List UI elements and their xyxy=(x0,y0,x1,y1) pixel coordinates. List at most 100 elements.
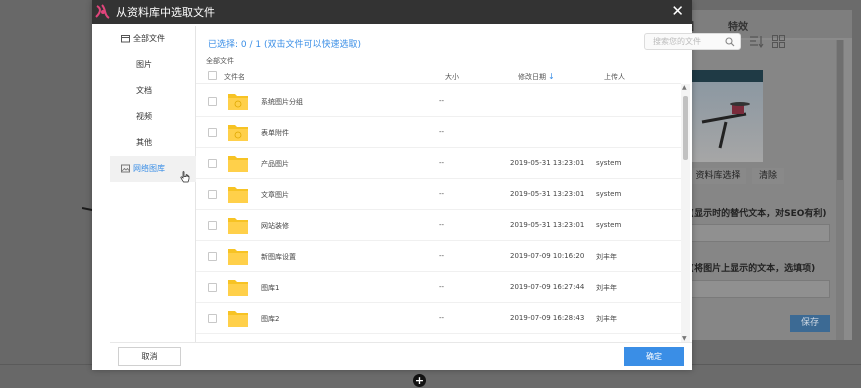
folder-icon xyxy=(228,311,248,327)
pick-from-library-button[interactable]: 资料库选择 xyxy=(690,168,746,184)
settings-scrollbar[interactable] xyxy=(836,40,844,340)
close-icon[interactable]: ✕ xyxy=(671,2,684,20)
file-list-panel: 已选择: 0 / 1 (双击文件可以快速选取) 全部文件 文件名 大小 xyxy=(196,26,785,342)
date-header-label: 修改日期 xyxy=(518,73,546,81)
dialog-footer: 取消 确定 xyxy=(110,342,692,370)
search-input[interactable] xyxy=(645,34,721,49)
sidebar-item-images[interactable]: 图片 xyxy=(110,52,196,78)
add-section-button[interactable]: + xyxy=(413,374,426,387)
file-uploader: 刘丰年 xyxy=(596,253,617,261)
file-uploader: 刘丰年 xyxy=(596,284,617,292)
breadcrumb[interactable]: 全部文件 xyxy=(206,56,234,66)
dialog-title: 从资料库中选取文件 xyxy=(116,6,215,19)
table-row[interactable]: 图库1 -- 2019-07-09 16:27:44 刘丰年 xyxy=(196,272,681,303)
title-text-input[interactable] xyxy=(690,280,830,298)
table-row[interactable]: 系统图片分组 -- xyxy=(196,86,681,117)
file-size: -- xyxy=(439,252,445,260)
brand-logo-icon xyxy=(95,4,110,19)
file-uploader: system xyxy=(596,221,622,229)
file-size: -- xyxy=(439,128,445,136)
file-name: 产品图片 xyxy=(261,160,289,168)
row-checkbox[interactable] xyxy=(208,190,217,199)
folder-outline-icon xyxy=(121,35,130,43)
folder-icon xyxy=(228,156,248,172)
file-list-scrollbar[interactable]: ▲ ▼ xyxy=(681,84,690,342)
table-header: 文件名 大小 修改日期 ↓ 上传人 xyxy=(196,68,681,84)
sidebar-item-all-files[interactable]: 全部文件 xyxy=(110,26,196,52)
sidebar-item-other[interactable]: 其他 xyxy=(110,130,196,156)
sidebar-item-label: 其他 xyxy=(136,138,152,147)
select-all-checkbox[interactable] xyxy=(208,71,217,80)
tab-effects[interactable]: 特效 xyxy=(728,18,748,33)
confirm-button[interactable]: 确定 xyxy=(624,347,684,366)
row-checkbox[interactable] xyxy=(208,221,217,230)
file-date: 2019-05-31 13:23:01 xyxy=(510,159,585,167)
sidebar-item-videos[interactable]: 视频 xyxy=(110,104,196,130)
file-picker-dialog: 从资料库中选取文件 ✕ 全部文件 图片 文档 视频 其他 网络图库 已选择: 0… xyxy=(92,0,785,370)
alt-text-input[interactable] xyxy=(690,224,830,242)
column-header-size[interactable]: 大小 xyxy=(445,72,459,82)
sort-arrow-icon: ↓ xyxy=(548,72,555,81)
file-name: 文章图片 xyxy=(261,191,289,199)
scroll-up-icon[interactable]: ▲ xyxy=(682,84,687,91)
hand-cursor-icon xyxy=(180,171,190,183)
file-size: -- xyxy=(439,159,445,167)
file-uploader: system xyxy=(596,159,622,167)
sidebar-item-documents[interactable]: 文档 xyxy=(110,78,196,104)
scroll-thumb[interactable] xyxy=(683,96,688,160)
table-row[interactable]: 产品图片 -- 2019-05-31 13:23:01 system xyxy=(196,148,681,179)
image-icon xyxy=(121,164,130,173)
file-date: 2019-05-31 13:23:01 xyxy=(510,190,585,198)
folder-icon xyxy=(228,249,248,265)
table-row[interactable]: 新图库设置 -- 2019-07-09 10:16:20 刘丰年 xyxy=(196,241,681,272)
sidebar-item-label: 全部文件 xyxy=(133,34,165,43)
file-size: -- xyxy=(439,221,445,229)
save-button[interactable]: 保存 xyxy=(790,315,830,332)
column-header-name[interactable]: 文件名 xyxy=(224,72,245,82)
sidebar-item-web-gallery[interactable]: 网络图库 xyxy=(110,156,196,183)
sidebar-item-label: 文档 xyxy=(136,86,152,95)
row-checkbox[interactable] xyxy=(208,314,217,323)
sort-icon[interactable] xyxy=(750,35,764,48)
row-checkbox[interactable] xyxy=(208,252,217,261)
file-name: 图库2 xyxy=(261,315,280,323)
file-uploader: 刘丰年 xyxy=(596,315,617,323)
file-name: 系统图片分组 xyxy=(261,98,303,106)
row-checkbox[interactable] xyxy=(208,128,217,137)
file-name: 新图库设置 xyxy=(261,253,296,261)
file-uploader: system xyxy=(596,190,622,198)
search-box[interactable] xyxy=(644,33,741,50)
file-size: -- xyxy=(439,283,445,291)
file-size: -- xyxy=(439,314,445,322)
file-date: 2019-07-09 10:16:20 xyxy=(510,252,585,260)
file-name: 网站装修 xyxy=(261,222,289,230)
image-preview xyxy=(690,70,763,162)
table-row[interactable]: 图库2 -- 2019-07-09 16:28:43 刘丰年 xyxy=(196,303,681,334)
drone-preview-icon xyxy=(701,102,750,149)
folder-icon xyxy=(228,280,248,296)
locked-folder-icon xyxy=(228,125,248,141)
sidebar-item-label: 网络图库 xyxy=(133,164,165,173)
scroll-down-icon[interactable]: ▼ xyxy=(682,335,687,342)
category-sidebar: 全部文件 图片 文档 视频 其他 网络图库 xyxy=(110,26,196,342)
row-checkbox[interactable] xyxy=(208,97,217,106)
file-name: 表单附件 xyxy=(261,129,289,137)
clear-button[interactable]: 清除 xyxy=(752,168,784,184)
folder-icon xyxy=(228,187,248,203)
table-row[interactable]: 文章图片 -- 2019-05-31 13:23:01 system xyxy=(196,179,681,210)
title-text-label: (将图片上显示的文本，选填项) xyxy=(690,264,816,274)
file-name: 图库1 xyxy=(261,284,280,292)
search-icon[interactable] xyxy=(725,37,735,47)
grid-view-icon[interactable] xyxy=(772,35,785,48)
table-row[interactable]: 表单附件 -- xyxy=(196,117,681,148)
row-checkbox[interactable] xyxy=(208,283,217,292)
file-date: 2019-07-09 16:27:44 xyxy=(510,283,585,291)
file-size: -- xyxy=(439,190,445,198)
row-checkbox[interactable] xyxy=(208,159,217,168)
column-header-date[interactable]: 修改日期 ↓ xyxy=(518,72,555,82)
table-row[interactable]: 网站装修 -- 2019-05-31 13:23:01 system xyxy=(196,210,681,241)
cancel-button[interactable]: 取消 xyxy=(118,347,181,366)
column-header-uploader[interactable]: 上传人 xyxy=(604,72,625,82)
sidebar-item-label: 图片 xyxy=(136,60,152,69)
file-date: 2019-05-31 13:23:01 xyxy=(510,221,585,229)
